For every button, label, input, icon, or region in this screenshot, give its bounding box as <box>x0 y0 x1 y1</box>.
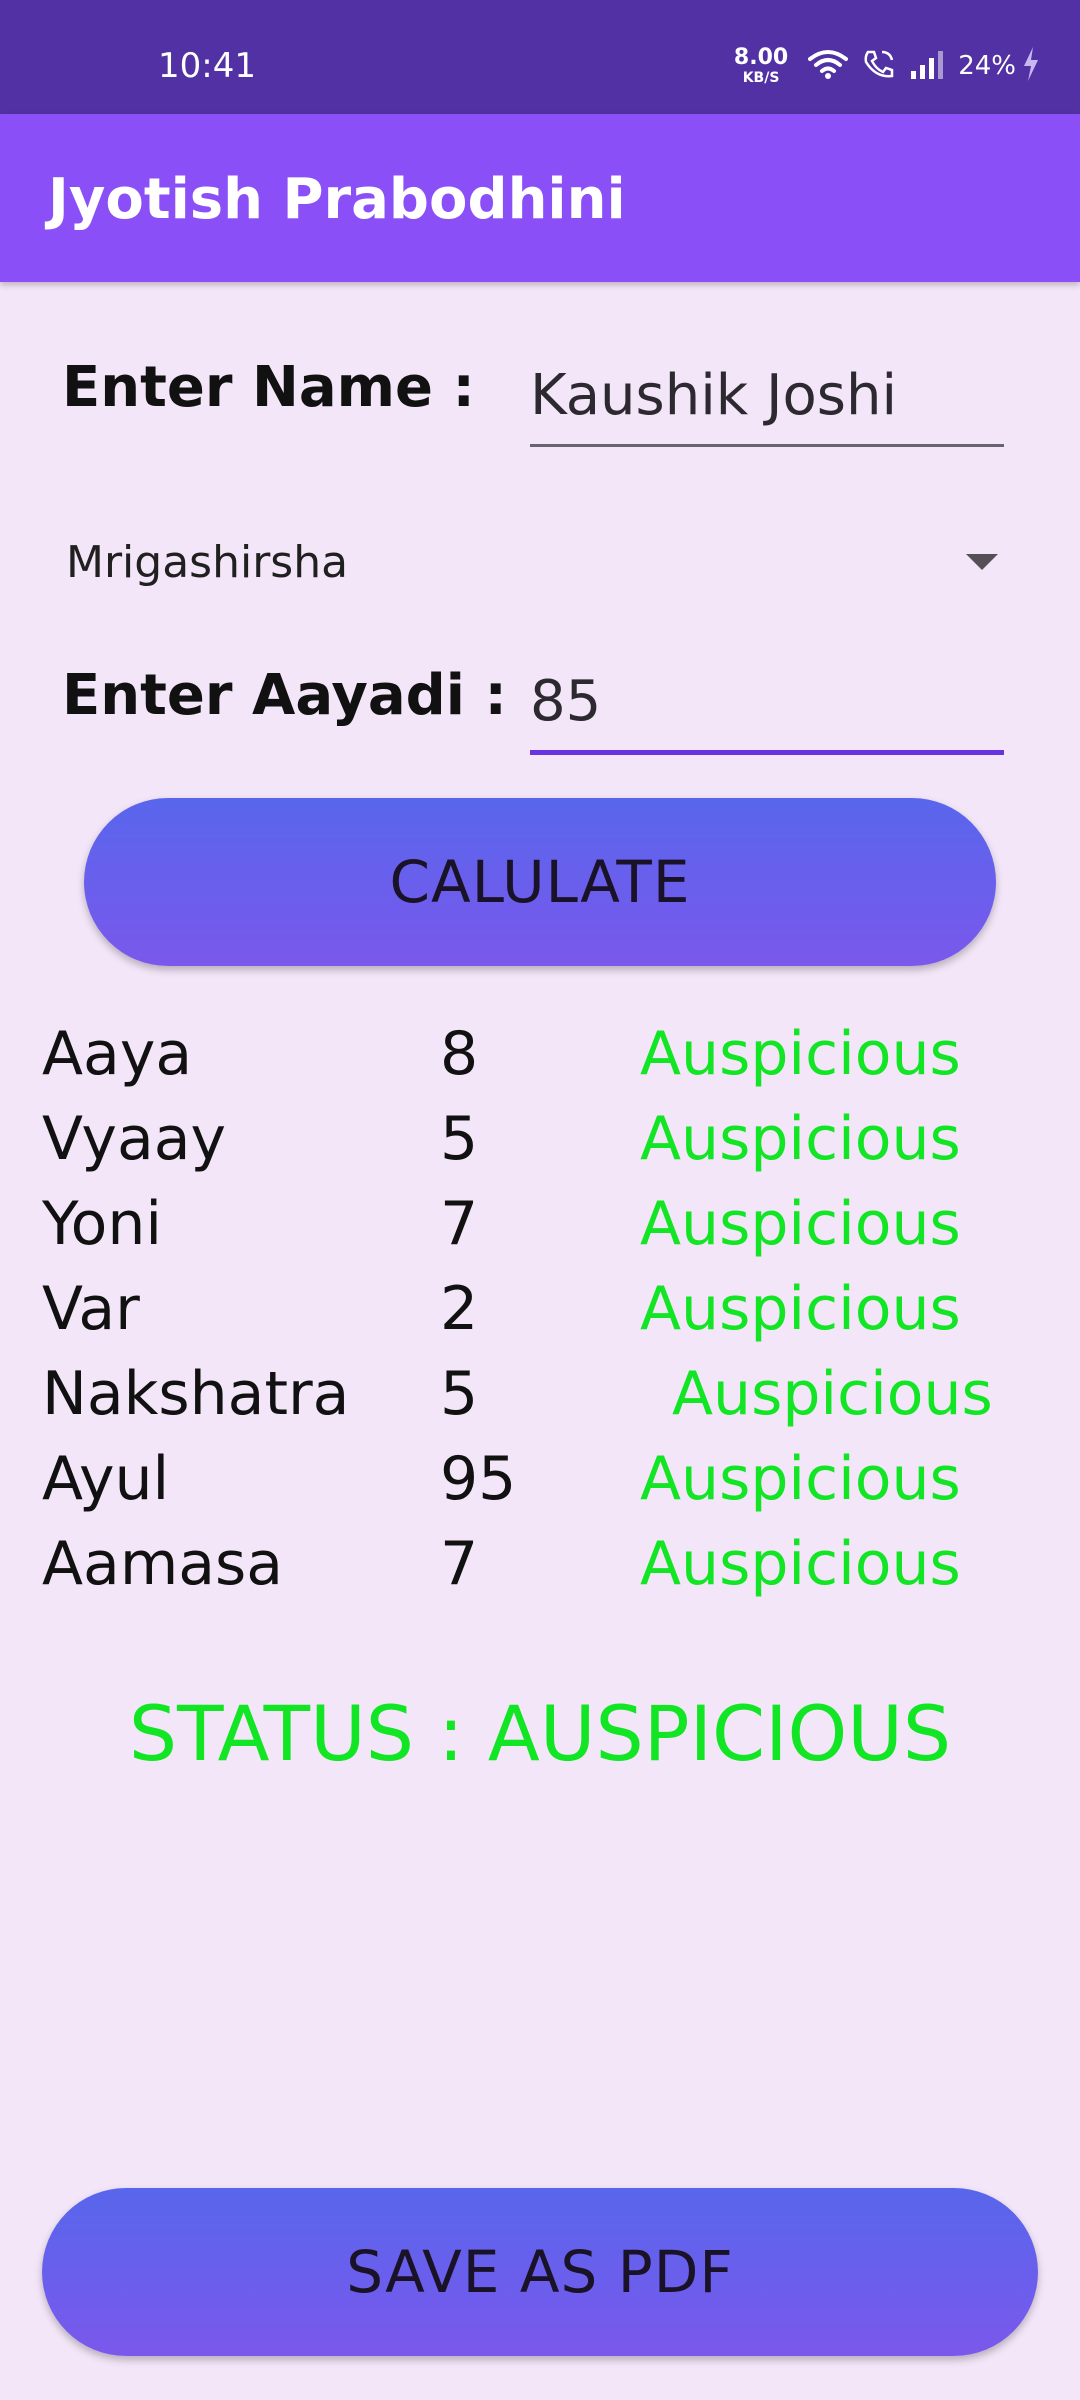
aayadi-input[interactable]: 85 <box>530 670 1004 755</box>
result-row-yoni: Yoni 7 Auspicious <box>0 1184 1080 1264</box>
name-input[interactable]: Kaushik Joshi <box>530 364 1004 447</box>
status-time: 10:41 <box>158 46 256 86</box>
signal-icon <box>910 49 944 83</box>
status-icons: 8.00 KB/S 24% <box>734 44 1040 88</box>
name-label: Enter Name : <box>62 355 475 420</box>
result-name: Vyaay <box>42 1104 226 1174</box>
battery-percent: 24% <box>958 51 1016 81</box>
result-row-vyaay: Vyaay 5 Auspicious <box>0 1099 1080 1179</box>
result-status: Auspicious <box>640 1529 961 1599</box>
result-row-aaya: Aaya 8 Auspicious <box>0 1014 1080 1094</box>
result-row-aamasa: Aamasa 7 Auspicious <box>0 1524 1080 1604</box>
result-name: Nakshatra <box>42 1359 350 1429</box>
result-name: Aaya <box>42 1019 193 1089</box>
wifi-icon <box>808 48 849 84</box>
battery-charging-icon <box>1022 46 1040 86</box>
wifi-calling-icon <box>862 48 896 84</box>
result-value: 5 <box>440 1104 479 1174</box>
result-status: Auspicious <box>672 1359 993 1429</box>
aayadi-label: Enter Aayadi : <box>62 663 507 728</box>
result-value: 8 <box>440 1019 479 1089</box>
result-name: Aamasa <box>42 1529 284 1599</box>
result-row-nakshatra: Nakshatra 5 Auspicious <box>0 1354 1080 1434</box>
result-value: 2 <box>440 1274 479 1344</box>
calculate-button[interactable]: CALULATE <box>84 798 996 966</box>
network-speed-value: 8.00 <box>733 45 789 70</box>
nakshatra-dropdown[interactable]: Mrigashirsha <box>42 530 998 594</box>
result-row-ayul: Ayul 95 Auspicious <box>0 1439 1080 1519</box>
result-name: Var <box>42 1274 140 1344</box>
app-bar: Jyotish Prabodhini <box>0 114 1080 282</box>
result-value: 95 <box>440 1444 517 1514</box>
dropdown-arrow-icon <box>966 554 998 570</box>
save-pdf-button[interactable]: SAVE AS PDF <box>42 2188 1038 2356</box>
result-status: Auspicious <box>640 1444 961 1514</box>
result-name: Yoni <box>42 1189 163 1259</box>
nakshatra-selected-value: Mrigashirsha <box>66 537 349 588</box>
result-value: 7 <box>440 1189 479 1259</box>
result-status: Auspicious <box>640 1274 961 1344</box>
result-name: Ayul <box>42 1444 170 1514</box>
app-title: Jyotish Prabodhini <box>48 167 626 232</box>
result-value: 5 <box>440 1359 479 1429</box>
result-row-var: Var 2 Auspicious <box>0 1269 1080 1349</box>
result-value: 7 <box>440 1529 479 1599</box>
overall-status: STATUS : AUSPICIOUS <box>128 1689 952 1778</box>
network-speed-unit: KB/S <box>742 70 780 86</box>
network-speed: 8.00 KB/S <box>733 45 789 86</box>
result-status: Auspicious <box>640 1019 961 1089</box>
result-status: Auspicious <box>640 1189 961 1259</box>
status-bar: 10:41 8.00 KB/S 24% <box>0 0 1080 114</box>
result-status: Auspicious <box>640 1104 961 1174</box>
